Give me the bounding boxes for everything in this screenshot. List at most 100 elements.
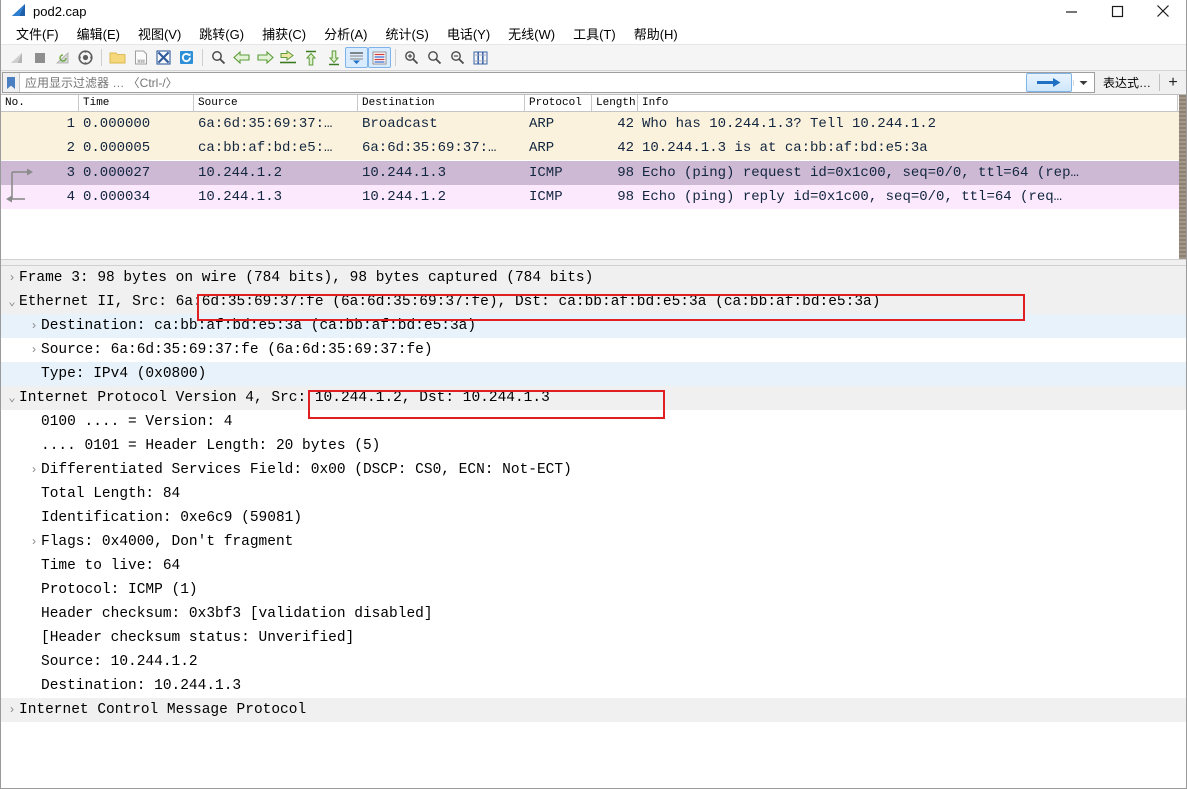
- column-info[interactable]: Info: [638, 95, 1178, 111]
- table-row[interactable]: 4 0.000034 10.244.1.3 10.244.1.2 ICMP 98 Echo …: [1, 185, 1186, 209]
- column-source[interactable]: Source: [194, 95, 358, 111]
- zoom-reset-icon[interactable]: [446, 47, 469, 68]
- detail-ip-ttl[interactable]: Time to live: 64: [1, 554, 1186, 578]
- menu-edit[interactable]: 编辑(E): [68, 22, 129, 45]
- packet-list-header[interactable]: No. Time Source Destination Protocol Length In…: [1, 95, 1186, 112]
- detail-ip-checksum-status[interactable]: [Header checksum status: Unverified]: [1, 626, 1186, 650]
- packet-list-scrollbar[interactable]: [1179, 95, 1186, 259]
- packet-list-body[interactable]: 1 0.000000 6a:6d:35:69:37:… Broadcast ARP 42 W…: [1, 112, 1186, 209]
- menu-go[interactable]: 跳转(G): [190, 22, 253, 45]
- column-protocol[interactable]: Protocol: [525, 95, 592, 111]
- menu-view[interactable]: 视图(V): [129, 22, 190, 45]
- chevron-down-icon[interactable]: ⌄: [5, 296, 19, 308]
- detail-ip-header-length[interactable]: .... 0101 = Header Length: 20 bytes (5): [1, 434, 1186, 458]
- maximize-button[interactable]: [1094, 0, 1140, 22]
- column-no[interactable]: No.: [1, 95, 79, 111]
- cell-time: 0.000005: [83, 140, 151, 156]
- menu-telephony[interactable]: 电话(Y): [438, 22, 499, 45]
- resize-columns-icon[interactable]: [469, 47, 492, 68]
- minimize-button[interactable]: [1048, 0, 1094, 22]
- detail-ip-version[interactable]: 0100 .... = Version: 4: [1, 410, 1186, 434]
- menu-analyze[interactable]: 分析(A): [315, 22, 376, 45]
- menu-help[interactable]: 帮助(H): [625, 22, 687, 45]
- chevron-right-icon[interactable]: ›: [27, 464, 41, 476]
- display-filter-input-wrapper[interactable]: [2, 72, 1095, 93]
- cell-time: 0.000034: [83, 189, 151, 205]
- detail-ip-dsfield[interactable]: › Differentiated Services Field: 0x00 (DS…: [1, 458, 1186, 482]
- zoom-in-icon[interactable]: [400, 47, 423, 68]
- cell-source: ca:bb:af:bd:e5:…: [198, 140, 333, 156]
- filter-dropdown-button[interactable]: [1072, 79, 1094, 86]
- menu-file[interactable]: 文件(F): [7, 22, 68, 45]
- detail-eth-destination[interactable]: › Destination: ca:bb:af:bd:e5:3a (ca:bb:a…: [1, 314, 1186, 338]
- detail-ip-checksum-label: Header checksum: 0x3bf3 [validation disa…: [41, 606, 433, 622]
- cell-no: 1: [66, 116, 75, 132]
- reload-file-icon[interactable]: [175, 47, 198, 68]
- window-title: pod2.cap: [33, 3, 87, 19]
- auto-scroll-icon[interactable]: [345, 47, 368, 68]
- detail-frame[interactable]: › Frame 3: 98 bytes on wire (784 bits), 9…: [1, 266, 1186, 290]
- detail-ip-identification[interactable]: Identification: 0xe6c9 (59081): [1, 506, 1186, 530]
- chevron-right-icon[interactable]: ›: [27, 344, 41, 356]
- find-packet-icon[interactable]: [207, 47, 230, 68]
- detail-icmp[interactable]: › Internet Control Message Protocol: [1, 698, 1186, 722]
- go-last-packet-icon[interactable]: [322, 47, 345, 68]
- chevron-right-icon[interactable]: ›: [5, 272, 19, 284]
- detail-ethernet[interactable]: ⌄ Ethernet II, Src: 6a:6d:35:69:37:fe (6a…: [1, 290, 1186, 314]
- zoom-out-icon[interactable]: [423, 47, 446, 68]
- open-file-icon[interactable]: [106, 47, 129, 68]
- table-row[interactable]: 3 0.000027 10.244.1.2 10.244.1.3 ICMP 98 Echo …: [1, 161, 1186, 185]
- detail-ip-destination[interactable]: Destination: 10.244.1.3: [1, 674, 1186, 698]
- packet-list[interactable]: No. Time Source Destination Protocol Length In…: [1, 95, 1186, 259]
- menu-wireless[interactable]: 无线(W): [499, 22, 564, 45]
- detail-ip-flags[interactable]: › Flags: 0x4000, Don't fragment: [1, 530, 1186, 554]
- column-time[interactable]: Time: [79, 95, 194, 111]
- detail-ip-dsfield-label: Differentiated Services Field: 0x00 (DSC…: [41, 462, 572, 478]
- chevron-right-icon[interactable]: ›: [5, 704, 19, 716]
- detail-ip-total-length[interactable]: Total Length: 84: [1, 482, 1186, 506]
- go-to-packet-icon[interactable]: [276, 47, 299, 68]
- detail-eth-source[interactable]: › Source: 6a:6d:35:69:37:fe (6a:6d:35:69:…: [1, 338, 1186, 362]
- close-file-icon[interactable]: [152, 47, 175, 68]
- detail-ip-ttl-label: Time to live: 64: [41, 558, 181, 574]
- go-back-icon[interactable]: [230, 47, 253, 68]
- add-filter-button[interactable]: +: [1160, 71, 1186, 94]
- save-file-icon[interactable]: 010: [129, 47, 152, 68]
- column-length[interactable]: Length: [592, 95, 638, 111]
- detail-eth-destination-label: Destination: ca:bb:af:bd:e5:3a (ca:bb:af…: [41, 318, 477, 334]
- apply-filter-button[interactable]: [1025, 73, 1072, 92]
- search-input[interactable]: [20, 73, 1025, 92]
- table-row[interactable]: 1 0.000000 6a:6d:35:69:37:… Broadcast ARP 42 W…: [1, 112, 1186, 136]
- start-capture-icon[interactable]: [5, 47, 28, 68]
- filter-expression-button[interactable]: 表达式…: [1095, 71, 1159, 94]
- bookmark-icon[interactable]: [3, 73, 20, 92]
- detail-ip-checksum[interactable]: Header checksum: 0x3bf3 [validation disa…: [1, 602, 1186, 626]
- detail-ip-source-label: Source: 10.244.1.2: [41, 654, 198, 670]
- chevron-right-icon[interactable]: ›: [27, 320, 41, 332]
- menu-statistics[interactable]: 统计(S): [376, 22, 437, 45]
- chevron-right-icon[interactable]: ›: [27, 536, 41, 548]
- cell-length: 42: [617, 140, 634, 156]
- menu-capture[interactable]: 捕获(C): [253, 22, 315, 45]
- pane-splitter[interactable]: [1, 259, 1186, 266]
- capture-options-icon[interactable]: [74, 47, 97, 68]
- stop-capture-icon[interactable]: [28, 47, 51, 68]
- close-button[interactable]: [1140, 0, 1186, 22]
- cell-length: 98: [617, 189, 634, 205]
- detail-eth-type[interactable]: Type: IPv4 (0x0800): [1, 362, 1186, 386]
- restart-capture-icon[interactable]: [51, 47, 74, 68]
- colorize-packets-icon[interactable]: [368, 47, 391, 68]
- twisty-glyph: ⌄: [8, 391, 16, 405]
- detail-ip-protocol[interactable]: Protocol: ICMP (1): [1, 578, 1186, 602]
- table-row[interactable]: 2 0.000005 ca:bb:af:bd:e5:… 6a:6d:35:69:37:…: [1, 136, 1186, 160]
- cell-time: 0.000027: [83, 165, 151, 181]
- go-first-packet-icon[interactable]: [299, 47, 322, 68]
- chevron-down-icon[interactable]: ⌄: [5, 392, 19, 404]
- detail-ip-source[interactable]: Source: 10.244.1.2: [1, 650, 1186, 674]
- packet-details-pane[interactable]: › Frame 3: 98 bytes on wire (784 bits), 9…: [1, 266, 1186, 788]
- go-forward-icon[interactable]: [253, 47, 276, 68]
- detail-ipv4[interactable]: ⌄ Internet Protocol Version 4, Src: 10.24…: [1, 386, 1186, 410]
- detail-ip-checksum-status-label: [Header checksum status: Unverified]: [41, 630, 355, 646]
- menu-tools[interactable]: 工具(T): [564, 22, 625, 45]
- column-destination[interactable]: Destination: [358, 95, 525, 111]
